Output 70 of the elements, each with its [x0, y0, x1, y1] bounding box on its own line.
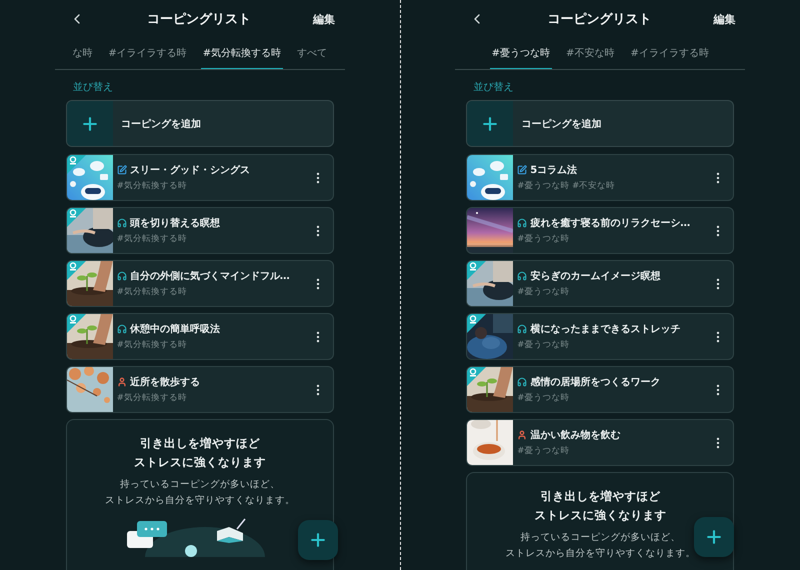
headphones-icon [116, 218, 127, 228]
sort-link[interactable]: 並び替え [72, 80, 113, 94]
coping-title: 温かい飲み物を飲む [530, 428, 620, 442]
coping-tags: #憂うつな時 [517, 339, 708, 351]
tab[interactable]: #不安な時 [564, 38, 616, 69]
add-fab[interactable] [298, 520, 338, 560]
promo-title: ストレスに強くなります [534, 507, 666, 524]
coping-card[interactable]: 5コラム法 #憂うつな時 #不安な時 [466, 154, 734, 201]
coping-card[interactable]: 感情の居場所をつくるワーク #憂うつな時 [466, 366, 734, 413]
coping-card[interactable]: 近所を散歩する #気分転換する時 [66, 366, 334, 413]
coping-title: 疲れを癒す寝る前のリラクセーシ… [530, 216, 690, 230]
screen-title: コーピングリスト [547, 11, 652, 28]
promo-title: 引き出しを増やすほど [140, 435, 260, 452]
coping-tags: #憂うつな時 [517, 286, 708, 298]
tab[interactable]: な時 [70, 38, 94, 69]
coping-card[interactable]: スリー・グッド・シングス #気分転換する時 [66, 154, 334, 201]
headphones-icon [116, 271, 127, 281]
coping-card[interactable]: 頭を切り替える瞑想 #気分転換する時 [66, 207, 334, 254]
tab[interactable]: #イライラする時 [106, 38, 189, 69]
coping-tags: #気分転換する時 [116, 339, 307, 351]
headphones-icon [517, 271, 528, 281]
edit-button[interactable]: 編集 [713, 12, 736, 26]
coping-tags: #憂うつな時 #不安な時 [517, 180, 708, 192]
coping-tags: #気分転換する時 [116, 286, 307, 298]
edit-button[interactable]: 編集 [312, 12, 335, 26]
coping-title: 横になったままできるストレッチ [530, 322, 680, 336]
tab[interactable]: #憂うつな時 [490, 38, 552, 69]
coping-title: 安らぎのカームイメージ瞑想 [530, 269, 660, 283]
coping-card[interactable]: 横になったままできるストレッチ #憂うつな時 [466, 313, 734, 360]
tab[interactable]: すべて [295, 38, 330, 69]
coping-title: 近所を散歩する [130, 376, 200, 389]
pencil-icon [517, 165, 528, 175]
promo-text: 持っているコーピングが多いほど、 [520, 531, 680, 545]
coping-tags: #憂うつな時 [517, 233, 708, 245]
sort-link[interactable]: 並び替え [473, 80, 514, 94]
coping-title: 5コラム法 [530, 164, 578, 177]
coping-title: 自分の外側に気づくマインドフル… [130, 270, 290, 283]
plus-icon [704, 527, 724, 547]
coping-title: 感情の居場所をつくるワーク [530, 376, 660, 389]
screen-title: コーピングリスト [146, 11, 251, 28]
coping-card[interactable]: 安らぎのカームイメージ瞑想 #憂うつな時 [466, 260, 734, 307]
headphones-icon [517, 324, 528, 334]
promo-title: ストレスに強くなります [134, 454, 266, 471]
coping-card[interactable]: 休憩中の簡単呼吸法 #気分転換する時 [66, 313, 334, 360]
headphones-icon [517, 377, 528, 387]
add-fab[interactable] [694, 517, 734, 557]
promo-text: ストレスから自分を守りやすくなります。 [104, 494, 295, 508]
headphones-icon [517, 218, 528, 228]
person-icon [517, 430, 528, 440]
coping-title: 頭を切り替える瞑想 [130, 216, 220, 230]
coping-card[interactable]: 自分の外側に気づくマインドフル… #気分転換する時 [66, 260, 334, 307]
coping-title: 休憩中の簡単呼吸法 [130, 322, 220, 336]
promo-title: 引き出しを増やすほど [540, 488, 660, 505]
coping-card[interactable]: 温かい飲み物を飲む #憂うつな時 [466, 419, 734, 466]
promo-text: ストレスから自分を守りやすくなります。 [505, 547, 696, 561]
coping-tags: #気分転換する時 [116, 233, 307, 245]
coping-tags: #憂うつな時 [517, 392, 708, 404]
coping-tags: #憂うつな時 [517, 445, 708, 457]
promo-text: 持っているコーピングが多いほど、 [120, 478, 280, 492]
headphones-icon [116, 324, 127, 334]
tab[interactable]: #気分転換する時 [200, 38, 284, 69]
pencil-icon [116, 165, 127, 175]
coping-title: スリー・グッド・シングス [130, 164, 250, 177]
add-coping-button[interactable]: コーピングを追加 [66, 100, 334, 147]
coping-card[interactable]: 疲れを癒す寝る前のリラクセーシ… #憂うつな時 [466, 207, 734, 254]
tab[interactable]: #イライラする時 [628, 38, 711, 69]
add-coping-button[interactable]: コーピングを追加 [466, 100, 734, 147]
coping-tags: #気分転換する時 [116, 180, 307, 192]
coping-tags: #気分転換する時 [116, 392, 307, 404]
person-icon [116, 377, 127, 387]
